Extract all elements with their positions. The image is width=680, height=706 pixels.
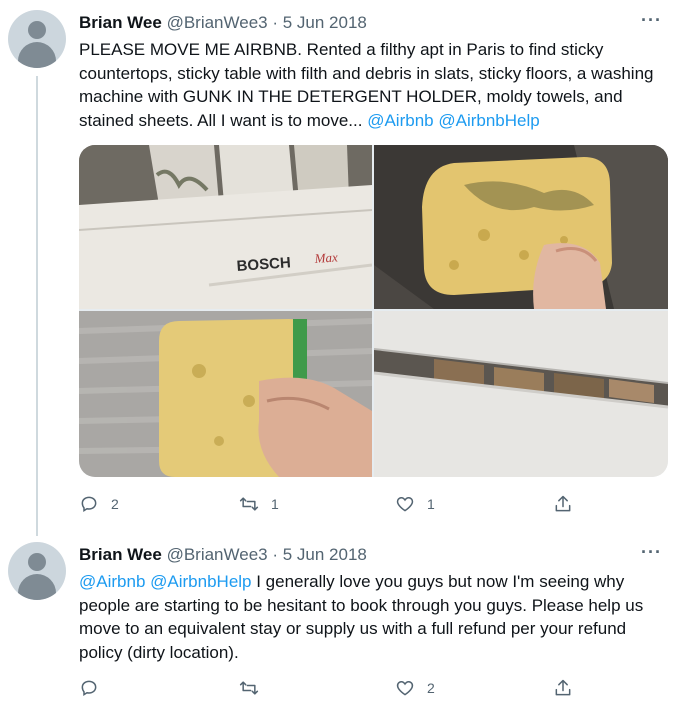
photo-detergent-drawer[interactable]: BOSCH Max — [79, 145, 372, 309]
photo-sponge-in-hand[interactable] — [79, 311, 372, 477]
tweet-header: Brian Wee @BrianWee3 · 5 Jun 2018 — [79, 544, 367, 566]
mention-airbnb[interactable]: @Airbnb — [79, 572, 145, 591]
tweet-text: PLEASE MOVE ME AIRBNB. Rented a filthy a… — [79, 38, 664, 132]
separator: · — [272, 13, 279, 32]
reply-button[interactable]: 2 — [79, 492, 119, 516]
mention-airbnb[interactable]: @Airbnb — [367, 111, 433, 130]
mention-airbnbhelp[interactable]: @AirbnbHelp — [438, 111, 539, 130]
avatar[interactable] — [8, 10, 66, 68]
avatar-head-shape — [28, 553, 46, 571]
avatar[interactable] — [8, 542, 66, 600]
author-name[interactable]: Brian Wee — [79, 545, 162, 564]
more-options-icon[interactable]: ··· — [641, 10, 662, 31]
tweet-header: Brian Wee @BrianWee3 · 5 Jun 2018 — [79, 12, 367, 34]
retweet-button[interactable]: 1 — [239, 492, 279, 516]
like-button[interactable]: 2 — [395, 676, 435, 700]
heart-icon — [396, 496, 414, 512]
retweet-count: 1 — [271, 496, 279, 512]
retweet-button[interactable] — [239, 676, 271, 700]
author-handle[interactable]: @BrianWee3 — [167, 545, 268, 564]
thread-line — [36, 76, 38, 536]
retweet-icon — [239, 497, 259, 511]
mention-airbnbhelp[interactable]: @AirbnbHelp — [150, 572, 251, 591]
tweet-date[interactable]: 5 Jun 2018 — [283, 13, 367, 32]
more-options-icon[interactable]: ··· — [641, 542, 662, 563]
like-button[interactable]: 1 — [395, 492, 435, 516]
avatar-body-shape — [18, 42, 56, 68]
action-bar: 2 — [79, 676, 579, 700]
media-grid[interactable]: BOSCH Max — [79, 145, 668, 477]
table-slats-image — [374, 311, 668, 477]
tweet[interactable]: Brian Wee @BrianWee3 · 5 Jun 2018 ··· PL… — [0, 0, 680, 536]
like-count: 2 — [427, 680, 435, 696]
tweet[interactable]: Brian Wee @BrianWee3 · 5 Jun 2018 ··· @A… — [0, 528, 680, 706]
photo-moldy-sponge[interactable] — [374, 145, 668, 309]
tweet-text: @Airbnb @AirbnbHelp I generally love you… — [79, 570, 664, 664]
maxx-logo-text: Max — [313, 249, 338, 266]
avatar-head-shape — [28, 21, 46, 39]
author-name[interactable]: Brian Wee — [79, 13, 162, 32]
action-bar: 2 1 1 — [79, 492, 579, 516]
reply-button[interactable] — [79, 676, 111, 700]
moldy-sponge-image — [374, 145, 668, 309]
photo-table-slats[interactable] — [374, 311, 668, 477]
detergent-drawer-image: BOSCH Max — [79, 145, 372, 309]
retweet-icon — [239, 681, 259, 695]
heart-icon — [396, 680, 414, 696]
sponge-hand-image — [79, 311, 372, 477]
share-button[interactable] — [553, 492, 573, 516]
reply-icon — [81, 680, 97, 697]
like-count: 1 — [427, 496, 435, 512]
avatar-body-shape — [18, 574, 56, 600]
author-handle[interactable]: @BrianWee3 — [167, 13, 268, 32]
share-button[interactable] — [553, 676, 573, 700]
reply-icon — [81, 496, 97, 513]
separator: · — [272, 545, 279, 564]
share-icon — [555, 495, 571, 512]
share-icon — [555, 679, 571, 696]
tweet-date[interactable]: 5 Jun 2018 — [283, 545, 367, 564]
reply-count: 2 — [111, 496, 119, 512]
